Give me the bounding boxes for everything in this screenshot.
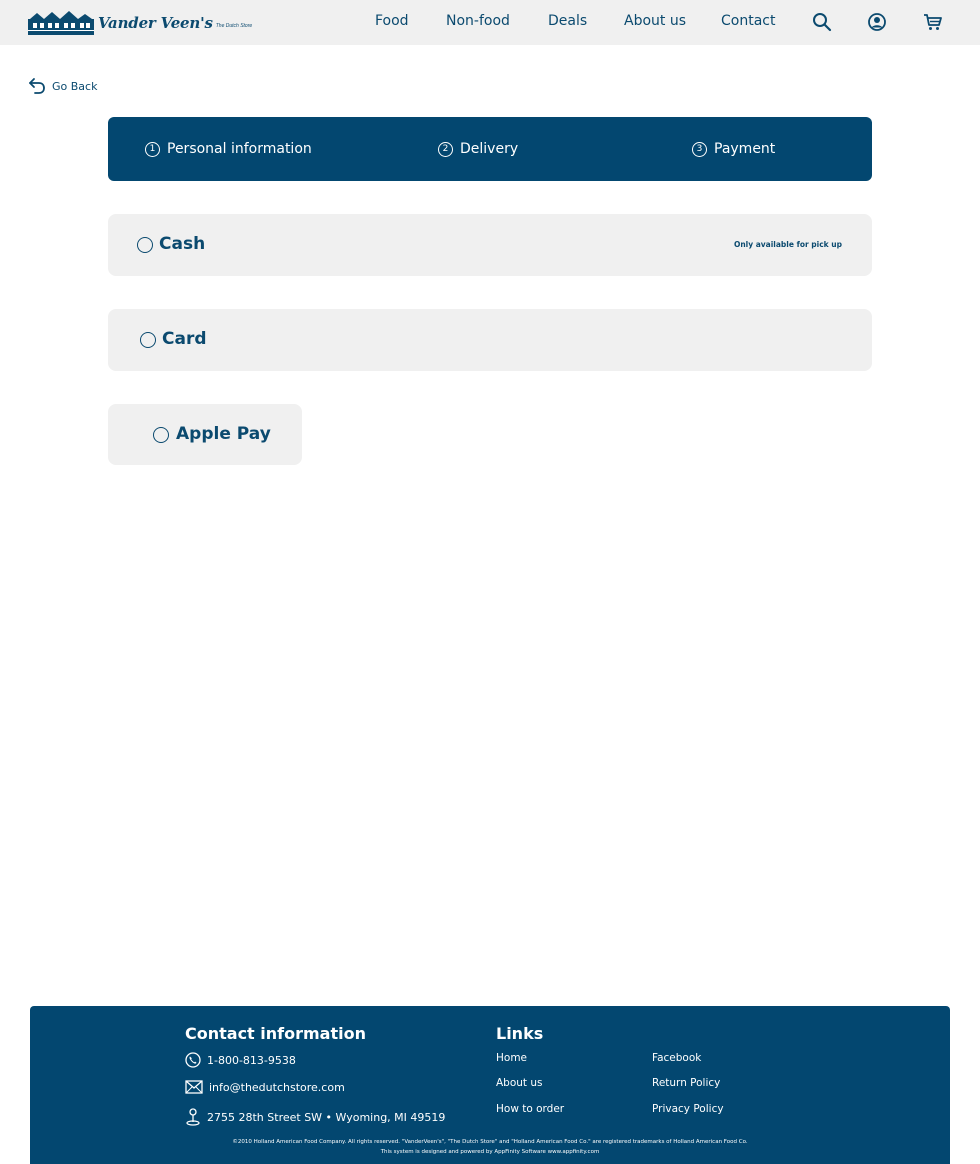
payment-option-card[interactable]: Card bbox=[108, 309, 872, 371]
account-button[interactable] bbox=[867, 12, 887, 32]
search-button[interactable] bbox=[812, 12, 832, 32]
location-pin-icon bbox=[186, 1108, 200, 1126]
checkout-steps: 1 Personal information 2 Delivery 3 Paym… bbox=[108, 117, 872, 181]
footer-link-about-us[interactable]: About us bbox=[496, 1077, 543, 1089]
powered-by-text: This system is designed and powered by A… bbox=[380, 1149, 600, 1155]
cash-availability-note: Only available for pick up bbox=[733, 240, 842, 249]
step-number: 3 bbox=[692, 141, 707, 157]
step-delivery[interactable]: 2 Delivery bbox=[438, 117, 518, 181]
step-number: 2 bbox=[438, 141, 453, 157]
logo-text: Vander Veen's bbox=[98, 14, 213, 32]
apple-pay-radio[interactable] bbox=[153, 427, 169, 443]
phone-icon bbox=[185, 1052, 201, 1068]
email-address: info@thedutchstore.com bbox=[209, 1080, 345, 1094]
go-back-label: Go Back bbox=[52, 79, 98, 93]
card-label: Card bbox=[162, 329, 207, 349]
payment-option-apple-pay[interactable]: Apple Pay bbox=[108, 404, 302, 465]
footer-link-privacy-policy[interactable]: Privacy Policy bbox=[652, 1103, 724, 1115]
step-payment[interactable]: 3 Payment bbox=[692, 117, 775, 181]
contact-address[interactable]: 2755 28th Street SW • Wyoming, MI 49519 bbox=[185, 1108, 445, 1126]
go-back-link[interactable]: Go Back bbox=[28, 77, 97, 95]
footer-link-return-policy[interactable]: Return Policy bbox=[652, 1077, 720, 1089]
account-icon bbox=[868, 13, 886, 31]
contact-phone[interactable]: 1-800-813-9538 bbox=[185, 1052, 296, 1068]
step-label: Payment bbox=[714, 141, 776, 157]
cash-label: Cash bbox=[159, 234, 206, 254]
logo[interactable]: Vander Veen's The Dutch Store bbox=[28, 11, 252, 35]
nav-food[interactable]: Food bbox=[375, 13, 409, 29]
site-header: Vander Veen's The Dutch Store Food Non-f… bbox=[0, 0, 980, 45]
step-number: 1 bbox=[145, 141, 160, 157]
step-label: Personal information bbox=[167, 141, 312, 157]
storefront-logo-icon bbox=[28, 11, 94, 35]
back-arrow-icon bbox=[29, 78, 45, 94]
nav-about-us[interactable]: About us bbox=[624, 13, 686, 29]
footer-link-home[interactable]: Home bbox=[496, 1052, 527, 1064]
links-heading: Links bbox=[496, 1024, 544, 1043]
cash-radio[interactable] bbox=[137, 237, 153, 253]
contact-heading: Contact information bbox=[185, 1024, 366, 1043]
cart-button[interactable] bbox=[923, 12, 943, 32]
copyright-text: ©2010 Holland American Food Company. All… bbox=[232, 1139, 748, 1145]
nav-non-food[interactable]: Non-food bbox=[446, 13, 510, 29]
cart-icon bbox=[924, 14, 942, 30]
apple-pay-label: Apple Pay bbox=[176, 424, 271, 444]
search-icon bbox=[813, 13, 832, 32]
logo-tagline: The Dutch Store bbox=[215, 23, 253, 29]
step-label: Delivery bbox=[460, 141, 519, 157]
nav-contact[interactable]: Contact bbox=[721, 13, 775, 29]
contact-email[interactable]: info@thedutchstore.com bbox=[185, 1080, 345, 1094]
footer-link-facebook[interactable]: Facebook bbox=[652, 1052, 701, 1064]
phone-number: 1-800-813-9538 bbox=[207, 1053, 296, 1067]
nav-deals[interactable]: Deals bbox=[548, 13, 587, 29]
site-footer: Contact information 1-800-813-9538 info@… bbox=[30, 1006, 950, 1164]
payment-option-cash[interactable]: Cash Only available for pick up bbox=[108, 214, 872, 276]
step-personal-information[interactable]: 1 Personal information bbox=[145, 117, 312, 181]
footer-link-how-to-order[interactable]: How to order bbox=[496, 1103, 564, 1115]
card-radio[interactable] bbox=[140, 332, 156, 348]
mail-icon bbox=[185, 1080, 203, 1094]
street-address: 2755 28th Street SW • Wyoming, MI 49519 bbox=[207, 1110, 446, 1124]
